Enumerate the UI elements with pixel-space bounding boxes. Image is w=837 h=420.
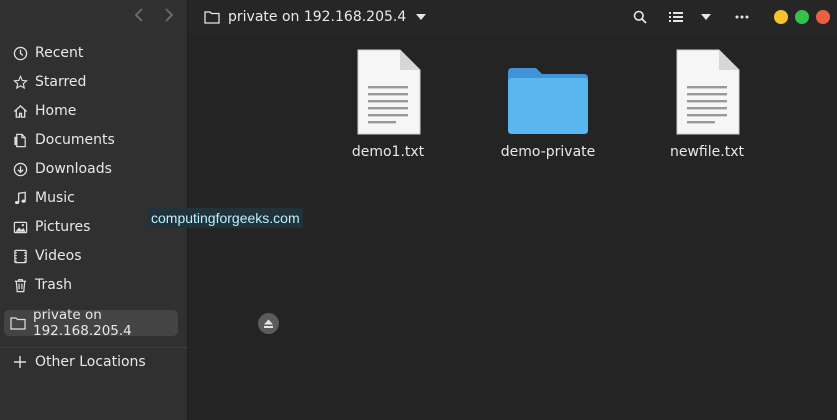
- sidebar-item-trash[interactable]: Trash: [4, 272, 180, 298]
- video-icon: [12, 248, 28, 264]
- download-icon: [12, 161, 28, 177]
- chevron-down-icon: [416, 14, 427, 20]
- sidebar-item-label: Pictures: [35, 219, 91, 235]
- minimize-button[interactable]: [774, 10, 788, 24]
- sidebar-item-videos[interactable]: Videos: [4, 243, 180, 269]
- chevron-left-icon: [134, 8, 143, 22]
- list-view-button[interactable]: [665, 6, 687, 28]
- chevron-right-icon: [165, 8, 174, 22]
- sidebar-item-starred[interactable]: Starred: [4, 69, 180, 95]
- sidebar-item-label: Music: [35, 190, 75, 206]
- sidebar-separator: [0, 347, 188, 348]
- folder-icon: [10, 315, 26, 331]
- sidebar-item-label: Documents: [35, 132, 115, 148]
- sidebar-item-downloads[interactable]: Downloads: [4, 156, 180, 182]
- list-view-icon: [669, 12, 683, 22]
- star-icon: [12, 74, 28, 90]
- sidebar-item-other-locations[interactable]: Other Locations: [4, 349, 180, 375]
- sidebar-item-home[interactable]: Home: [4, 98, 180, 124]
- chevron-down-icon: [701, 14, 711, 20]
- sidebar-toolbar: [0, 0, 188, 34]
- folder-icon: [488, 48, 608, 136]
- forward-button[interactable]: [158, 6, 180, 28]
- back-button[interactable]: [128, 6, 150, 28]
- more-icon: [735, 15, 749, 19]
- sidebar-item-recent[interactable]: Recent: [4, 40, 180, 66]
- sidebar-item-label: Trash: [35, 277, 72, 293]
- file-name: demo1.txt: [351, 144, 425, 160]
- sidebar-item-label: Recent: [35, 45, 84, 61]
- picture-icon: [12, 219, 28, 235]
- music-icon: [12, 190, 28, 206]
- folder-icon: [204, 10, 220, 24]
- clock-icon: [12, 45, 28, 61]
- folder-item[interactable]: demo-private: [488, 48, 608, 160]
- trash-icon: [12, 277, 28, 293]
- sidebar-item-label: Downloads: [35, 161, 112, 177]
- sidebar-item-private-mount[interactable]: private on 192.168.205.4: [4, 307, 178, 339]
- maximize-button[interactable]: [795, 10, 809, 24]
- text-file-icon: [328, 48, 448, 136]
- sidebar-item-label: Home: [35, 103, 77, 119]
- search-button[interactable]: [629, 6, 651, 28]
- close-button[interactable]: [816, 10, 830, 24]
- file-name: newfile.txt: [670, 144, 744, 160]
- plus-icon: [12, 354, 28, 370]
- sidebar-item-documents[interactable]: Documents: [4, 127, 180, 153]
- sidebar-item-label: Starred: [35, 74, 87, 90]
- view-options-button[interactable]: [695, 6, 717, 28]
- sidebar-item-label: Other Locations: [35, 354, 146, 370]
- location-path-label: private on 192.168.205.4: [228, 9, 407, 25]
- header-bar: private on 192.168.205.4: [188, 0, 837, 34]
- watermark-text: computingforgeeks.com: [148, 208, 303, 228]
- search-icon: [633, 10, 647, 24]
- document-icon: [12, 132, 28, 148]
- file-item[interactable]: newfile.txt: [647, 48, 767, 160]
- home-icon: [12, 103, 28, 119]
- folder-name: demo-private: [500, 144, 596, 160]
- sidebar-item-label: Videos: [35, 248, 82, 264]
- text-file-icon: [647, 48, 767, 136]
- menu-button[interactable]: [731, 6, 753, 28]
- file-item[interactable]: demo1.txt: [328, 48, 448, 160]
- location-path-button[interactable]: private on 192.168.205.4: [204, 6, 427, 28]
- sidebar-item-label: private on 192.168.205.4: [33, 307, 132, 339]
